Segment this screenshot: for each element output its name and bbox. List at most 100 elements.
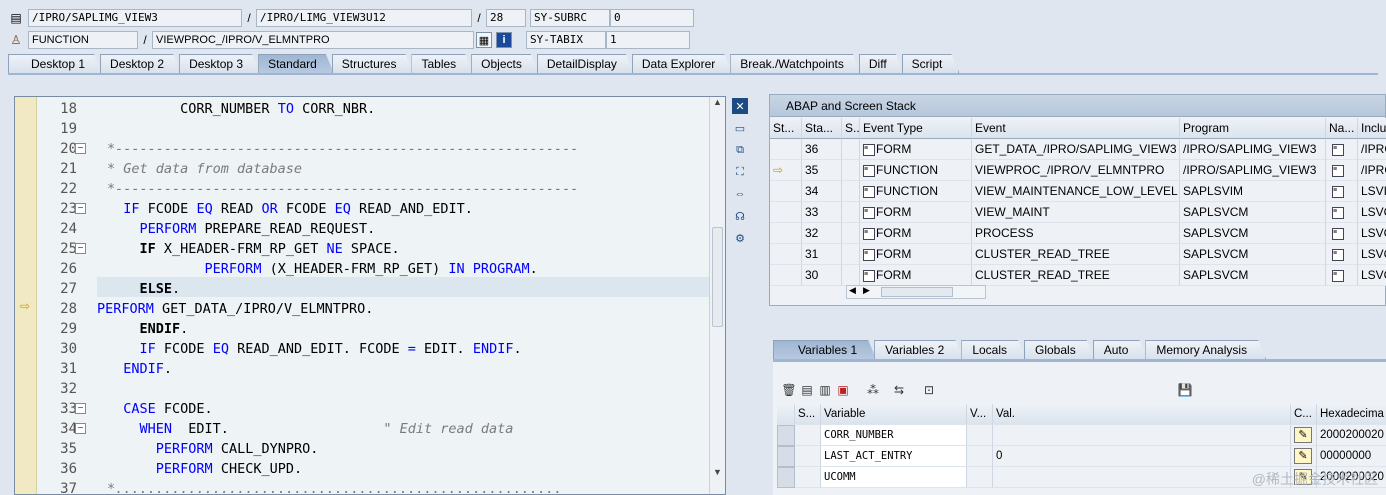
stack-column-header[interactable]: Na... bbox=[1326, 118, 1358, 139]
code-lines[interactable]: CORR_NUMBER TO CORR_NBR. − *--------------… bbox=[75, 97, 710, 494]
scroll-left-icon[interactable]: ◀ bbox=[849, 285, 856, 296]
var-column-header[interactable]: Val. bbox=[993, 404, 1291, 425]
stack-include[interactable]: LSVC bbox=[1358, 202, 1386, 223]
stack-event[interactable]: CLUSTER_READ_TREE bbox=[972, 244, 1180, 265]
stack-source-cell[interactable] bbox=[842, 181, 860, 202]
var-hex-value[interactable]: 2000200020 bbox=[1317, 425, 1386, 446]
var-value[interactable]: 0 bbox=[993, 446, 1291, 467]
services-icon[interactable]: ⚙ bbox=[732, 230, 748, 246]
breakpoint-gutter[interactable]: ⇨ bbox=[15, 97, 37, 494]
code-line[interactable]: PERFORM (X_HEADER-FRM_RP_GET) IN PROGRAM… bbox=[107, 259, 538, 279]
stack-column-header[interactable]: Inclu bbox=[1358, 118, 1386, 139]
fold-toggle-icon[interactable]: − bbox=[75, 143, 86, 154]
code-line[interactable]: ELSE. bbox=[107, 279, 181, 299]
var-row-selector[interactable] bbox=[777, 467, 795, 488]
edit-pencil-icon[interactable]: ✎ bbox=[1294, 427, 1312, 443]
tab-diff[interactable]: Diff bbox=[859, 54, 904, 73]
var-status-cell[interactable] bbox=[795, 467, 821, 488]
stack-include[interactable]: LSVIM bbox=[1358, 181, 1386, 202]
filter-icon[interactable]: ⊡ bbox=[921, 382, 937, 398]
stack-column-header[interactable]: Program bbox=[1180, 118, 1326, 139]
code-line[interactable]: IF FCODE EQ READ_AND_EDIT. FCODE = EDIT.… bbox=[107, 339, 522, 359]
event-name-field[interactable]: VIEWPROC_/IPRO/V_ELMNTPRO bbox=[152, 31, 474, 49]
var-view-cell[interactable] bbox=[967, 467, 993, 488]
stack-include[interactable]: /IPRO bbox=[1358, 139, 1386, 160]
stack-program[interactable]: SAPLSVCM bbox=[1180, 202, 1326, 223]
code-line[interactable]: ENDIF. bbox=[107, 319, 189, 339]
navigate-icon[interactable]: ≡ bbox=[1332, 248, 1344, 261]
stack-navigate-cell[interactable]: ≡ bbox=[1326, 202, 1358, 223]
code-line[interactable]: CORR_NUMBER TO CORR_NBR. bbox=[107, 99, 375, 119]
stack-event[interactable]: GET_DATA_/IPRO/SAPLIMG_VIEW3 bbox=[972, 139, 1180, 160]
stack-navigate-cell[interactable]: ≡ bbox=[1326, 181, 1358, 202]
stack-include[interactable]: /IPRO bbox=[1358, 160, 1386, 181]
sysvar-value-field[interactable]: 1 bbox=[606, 31, 690, 49]
export-icon[interactable]: ▥ bbox=[817, 382, 833, 398]
stack-include[interactable]: LSVC bbox=[1358, 223, 1386, 244]
var-hex-value[interactable]: 00000000 bbox=[1317, 446, 1386, 467]
code-line[interactable]: WHEN EDIT. " Edit read data bbox=[107, 419, 514, 439]
stack-row-indicator[interactable] bbox=[770, 265, 802, 286]
fold-toggle-icon[interactable]: − bbox=[75, 403, 86, 414]
var-tab-locals[interactable]: Locals bbox=[961, 340, 1026, 359]
code-line[interactable]: * Get data from database bbox=[107, 159, 302, 179]
var-status-cell[interactable] bbox=[795, 446, 821, 467]
code-line[interactable]: PERFORM GET_DATA_/IPRO/V_ELMNTPRO. bbox=[97, 299, 373, 319]
stack-event[interactable]: CLUSTER_READ_TREE bbox=[972, 265, 1180, 286]
stack-navigate-cell[interactable]: ≡ bbox=[1326, 244, 1358, 265]
tab-script[interactable]: Script bbox=[902, 54, 960, 73]
code-line[interactable]: IF FCODE EQ READ OR FCODE EQ READ_AND_ED… bbox=[107, 199, 473, 219]
code-line[interactable]: CASE FCODE. bbox=[107, 399, 212, 419]
stack-program[interactable]: /IPRO/SAPLIMG_VIEW3 bbox=[1180, 160, 1326, 181]
stack-event[interactable]: VIEW_MAINTENANCE_LOW_LEVEL bbox=[972, 181, 1180, 202]
stack-column-header[interactable]: Event Type bbox=[860, 118, 972, 139]
stack-navigate-cell[interactable]: ≡ bbox=[1326, 139, 1358, 160]
tab-desktop-1[interactable]: Desktop 1 bbox=[8, 54, 102, 73]
maximize-icon[interactable]: ⛶ bbox=[732, 164, 748, 180]
code-line[interactable]: IF X_HEADER-FRM_RP_GET NE SPACE. bbox=[107, 239, 400, 259]
tab-desktop-2[interactable]: Desktop 2 bbox=[100, 54, 181, 73]
stack-event[interactable]: PROCESS bbox=[972, 223, 1180, 244]
scroll-down-icon[interactable]: ▼ bbox=[713, 467, 722, 477]
tab-desktop-3[interactable]: Desktop 3 bbox=[179, 54, 260, 73]
stack-program[interactable]: SAPLSVCM bbox=[1180, 244, 1326, 265]
code-line[interactable]: PERFORM CHECK_UPD. bbox=[107, 459, 302, 479]
stack-program[interactable]: SAPLSVIM bbox=[1180, 181, 1326, 202]
stack-event-type[interactable]: ≡ FORM bbox=[860, 244, 972, 265]
scroll-up-icon[interactable]: ▲ bbox=[713, 97, 722, 107]
headset-icon[interactable]: ☊ bbox=[732, 208, 748, 224]
var-tab-variables-1[interactable]: Variables 1 bbox=[773, 340, 876, 359]
line-number-field[interactable]: 28 bbox=[486, 9, 526, 27]
stack-source-cell[interactable] bbox=[842, 139, 860, 160]
close-icon[interactable]: ✕ bbox=[732, 98, 748, 114]
stack-event-type[interactable]: ≡ FORM bbox=[860, 202, 972, 223]
var-status-cell[interactable] bbox=[795, 425, 821, 446]
stack-navigate-cell[interactable]: ≡ bbox=[1326, 223, 1358, 244]
stack-source-cell[interactable] bbox=[842, 244, 860, 265]
stack-program[interactable]: SAPLSVCM bbox=[1180, 265, 1326, 286]
var-tab-variables-2[interactable]: Variables 2 bbox=[874, 340, 963, 359]
var-value[interactable] bbox=[993, 467, 1291, 488]
stack-column-header[interactable]: S... bbox=[842, 118, 860, 139]
var-tab-globals[interactable]: Globals bbox=[1024, 340, 1095, 359]
stack-row-indicator[interactable] bbox=[770, 139, 802, 160]
stack-event[interactable]: VIEW_MAINT bbox=[972, 202, 1180, 223]
var-change-cell[interactable]: ✎ bbox=[1291, 446, 1317, 467]
stack-source-cell[interactable] bbox=[842, 160, 860, 181]
stack-column-header[interactable]: Event bbox=[972, 118, 1180, 139]
tab-structures[interactable]: Structures bbox=[332, 54, 414, 73]
code-line[interactable]: *---------------------------------------… bbox=[107, 179, 578, 199]
tab-tables[interactable]: Tables bbox=[411, 54, 473, 73]
stack-row-indicator[interactable] bbox=[770, 244, 802, 265]
stack-navigate-cell[interactable]: ≡ bbox=[1326, 160, 1358, 181]
source-code-editor[interactable]: ⇨ 18 19 20 21 22 23 24 25 26 27 28 29 30 31 32 33 34 35 36… bbox=[14, 96, 726, 495]
navigate-icon[interactable]: ≡ bbox=[1332, 185, 1344, 198]
stack-event-type[interactable]: ≡ FUNCTION bbox=[860, 181, 972, 202]
stack-level[interactable]: 36 bbox=[802, 139, 842, 160]
scroll-right-icon[interactable]: ▶ bbox=[863, 285, 870, 296]
table-icon[interactable]: ▦ bbox=[476, 32, 492, 48]
event-type-field[interactable]: FUNCTION bbox=[28, 31, 138, 49]
fold-toggle-icon[interactable]: − bbox=[75, 423, 86, 434]
stack-event[interactable]: VIEWPROC_/IPRO/V_ELMNTPRO bbox=[972, 160, 1180, 181]
edit-pencil-icon[interactable]: ✎ bbox=[1294, 448, 1312, 464]
